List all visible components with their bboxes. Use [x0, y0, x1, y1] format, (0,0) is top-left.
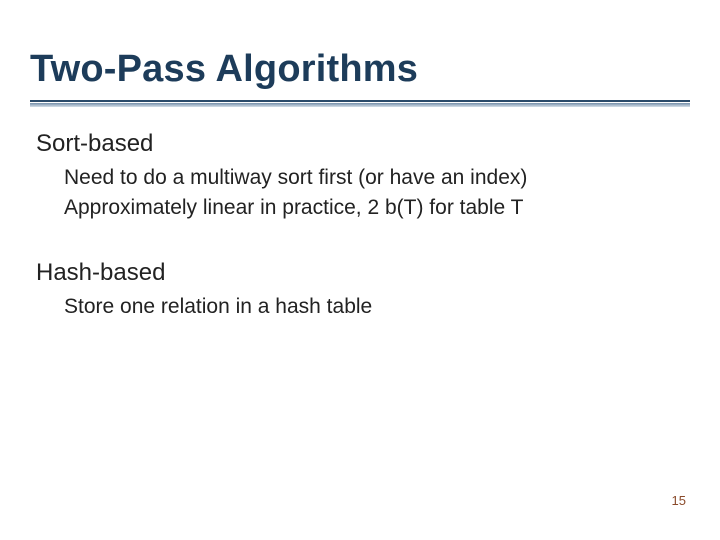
- slide-title: Two-Pass Algorithms: [30, 48, 418, 91]
- slide: Two-Pass Algorithms Sort-based Need to d…: [0, 0, 720, 540]
- body-line: Need to do a multiway sort first (or hav…: [64, 164, 676, 192]
- body-line: Store one relation in a hash table: [64, 293, 676, 321]
- body-line: Approximately linear in practice, 2 b(T)…: [64, 194, 676, 222]
- page-number: 15: [672, 493, 686, 508]
- section-heading-sort-based: Sort-based: [36, 130, 676, 158]
- title-underline: [30, 100, 690, 106]
- section-heading-hash-based: Hash-based: [36, 259, 676, 287]
- slide-content: Sort-based Need to do a multiway sort fi…: [36, 130, 676, 323]
